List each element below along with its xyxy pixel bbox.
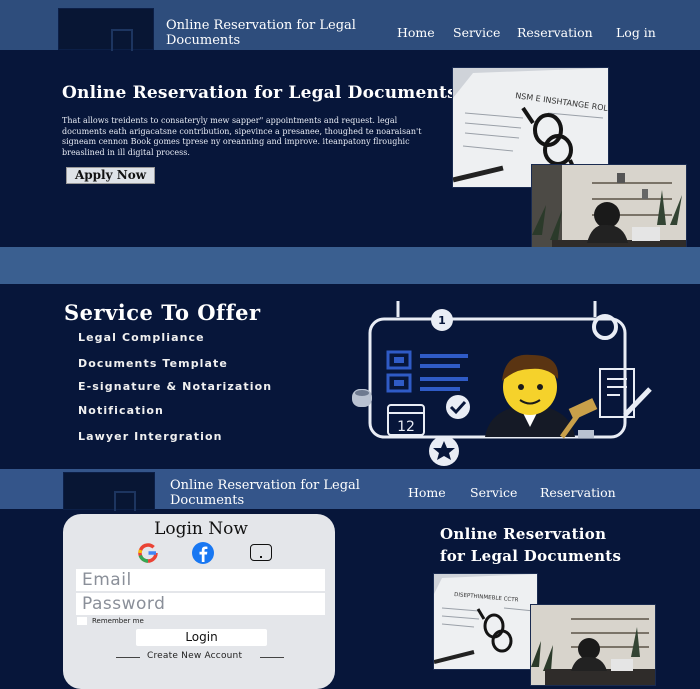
calendar-number: 12 [397, 419, 415, 435]
second-brand-line-1: Online Reservation for Legal [170, 478, 360, 493]
star-icon [429, 436, 459, 466]
phone-login-icon[interactable] [250, 544, 272, 561]
email-field[interactable]: Email [76, 569, 325, 591]
login-button[interactable]: Login [136, 629, 267, 646]
right-title-line-2: for Legal Documents [440, 547, 622, 565]
nav-reservation[interactable]: Reservation [517, 25, 593, 40]
lawyer-avatar-icon [485, 354, 575, 437]
second-nav-home[interactable]: Home [408, 485, 446, 500]
right-woman-illustration [531, 605, 655, 685]
second-brand-line-2: Documents [170, 493, 245, 508]
number-badge-icon: 1 [431, 309, 453, 331]
checkmark-icon [446, 395, 470, 419]
login-title: Login Now [154, 519, 248, 539]
right-document-illustration: DISEPTHINMEBLE CCTR [434, 574, 537, 669]
site-logo[interactable] [58, 8, 154, 51]
right-panel-title: Online Reservation for Legal Documents [440, 523, 621, 567]
services-illustration: 1 12 [352, 301, 652, 466]
nav-home[interactable]: Home [397, 25, 435, 40]
checklist-icon [386, 350, 468, 393]
phone-dot [260, 556, 262, 558]
section-divider-band [0, 247, 700, 284]
nav-service[interactable]: Service [453, 25, 500, 40]
badge-number: 1 [438, 314, 446, 327]
brand-line-2: Documents [166, 33, 241, 48]
remember-me-checkbox[interactable] [77, 617, 87, 625]
facebook-login-icon[interactable] [192, 542, 214, 564]
apply-now-button[interactable]: Apply Now [66, 167, 155, 184]
gavel-icon [559, 398, 598, 439]
right-document-photo: DISEPTHINMEBLE CCTR [433, 573, 538, 670]
service-item-legal-compliance[interactable]: Legal Compliance [78, 331, 205, 344]
service-item-lawyer-integration[interactable]: Lawyer Intergration [78, 430, 223, 443]
calendar-icon: 12 [387, 404, 425, 436]
service-item-notification[interactable]: Notification [78, 404, 164, 417]
service-item-e-signature[interactable]: E-signature & Notarization [78, 380, 272, 393]
hero-title: Online Reservation for Legal Documents [62, 83, 457, 103]
second-logo-door-icon [114, 491, 136, 511]
second-nav-reservation[interactable]: Reservation [540, 485, 616, 500]
brand-name[interactable]: Online Reservation for Legal Documents [166, 18, 356, 48]
create-account-link[interactable]: Create New Account [147, 651, 242, 661]
remember-me-label: Remember me [92, 617, 144, 625]
logo-door-icon [111, 29, 133, 51]
service-item-documents-template[interactable]: Documents Template [78, 357, 228, 370]
divider-line-left [116, 657, 140, 658]
database-icon [352, 389, 372, 407]
second-brand-name[interactable]: Online Reservation for Legal Documents [170, 478, 360, 508]
second-site-logo[interactable] [63, 472, 155, 511]
services-title: Service To Offer [64, 300, 261, 325]
brand-line-1: Online Reservation for Legal [166, 18, 356, 33]
divider-line-right [260, 657, 284, 658]
second-nav-service[interactable]: Service [470, 485, 517, 500]
hero-description: That allows treidents to consateryly mew… [62, 116, 422, 157]
google-login-icon[interactable] [138, 543, 158, 563]
woman-at-desk-illustration [532, 165, 686, 260]
right-woman-photo [530, 604, 656, 686]
password-field[interactable]: Password [76, 593, 325, 615]
right-title-line-1: Online Reservation [440, 525, 607, 543]
nav-login[interactable]: Log in [616, 25, 656, 40]
